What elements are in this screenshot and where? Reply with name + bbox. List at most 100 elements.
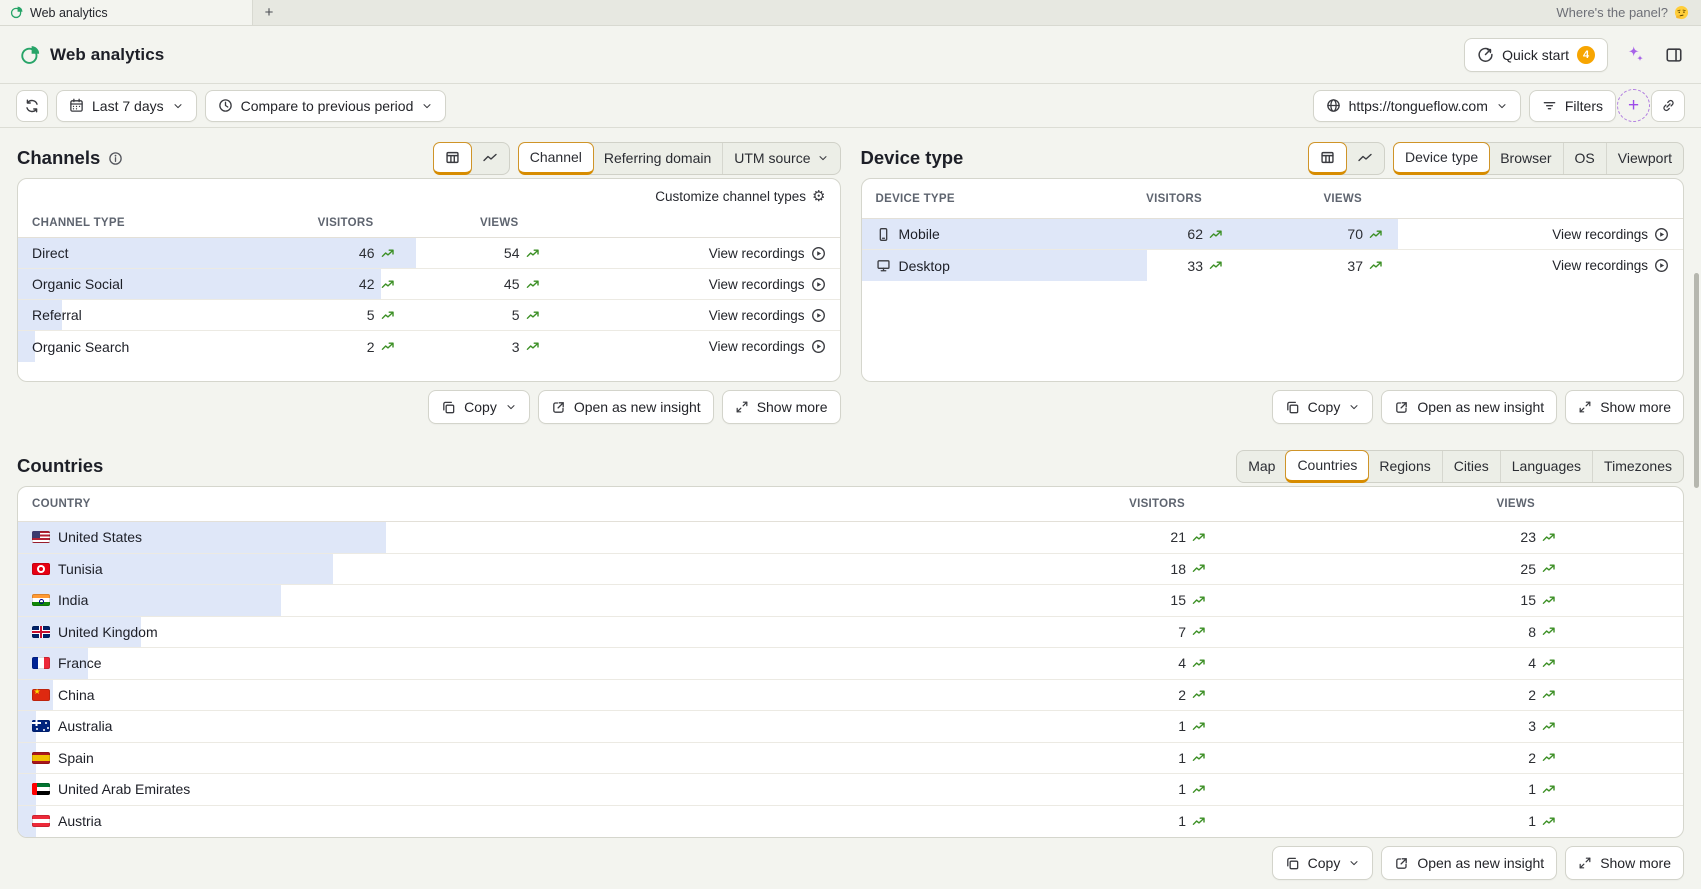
open-as-new-insight-button[interactable]: Open as new insight: [537, 390, 714, 424]
chevron-down-icon: [1350, 405, 1358, 410]
play-circle-icon: [1655, 227, 1668, 241]
gear-icon: ⚙: [812, 188, 826, 205]
channel-label: Direct: [32, 245, 69, 261]
visitors-value: 2: [1178, 686, 1186, 703]
compare-button[interactable]: Compare to previous period: [204, 89, 447, 122]
countries-title: Countries: [17, 455, 104, 476]
table-row[interactable]: France 4 4: [18, 648, 1683, 680]
chevron-down-icon: [1496, 100, 1508, 112]
tab-device-type[interactable]: Device type: [1393, 141, 1491, 175]
table-row[interactable]: Desktop 33 37 View recordings: [861, 250, 1684, 281]
ai-sparkle-icon[interactable]: [1624, 43, 1647, 66]
info-icon[interactable]: [108, 151, 123, 166]
table-row[interactable]: Direct 46 54 View recordings: [18, 238, 840, 269]
customize-channel-types[interactable]: Customize channel types ⚙: [18, 179, 840, 208]
vertical-scrollbar-thumb[interactable]: [1694, 273, 1699, 488]
col-visitors: VISITORS: [1129, 498, 1185, 510]
table-row[interactable]: Australia 1 3: [18, 711, 1683, 743]
view-recordings-link[interactable]: View recordings: [541, 277, 826, 292]
view-recordings-link[interactable]: View recordings: [1384, 227, 1669, 242]
channels-title: Channels: [17, 147, 101, 168]
refresh-button[interactable]: [16, 89, 48, 122]
open-as-new-insight-button[interactable]: Open as new insight: [1381, 390, 1558, 424]
calendar-icon: [69, 98, 84, 113]
table-row[interactable]: Spain 1 2: [18, 742, 1683, 774]
show-more-button[interactable]: Show more: [1565, 846, 1684, 880]
date-range-button[interactable]: Last 7 days: [56, 89, 197, 122]
show-more-button[interactable]: Show more: [721, 390, 841, 424]
visitors-value: 4: [1178, 655, 1186, 672]
table-row[interactable]: United States 21 23: [18, 522, 1683, 554]
tab-timezones[interactable]: Timezones: [1592, 450, 1683, 482]
trend-up-icon: [1542, 533, 1555, 541]
tab-countries[interactable]: Countries: [1285, 449, 1370, 483]
trend-up-icon: [1542, 817, 1555, 825]
tab-browser[interactable]: Browser: [1489, 143, 1562, 174]
copy-button[interactable]: Copy: [1271, 390, 1374, 424]
tab-channel[interactable]: Channel: [517, 141, 594, 175]
show-more-label: Show more: [1600, 399, 1671, 415]
tab-web-analytics[interactable]: Web analytics: [0, 0, 253, 25]
table-row[interactable]: India 15 15: [18, 585, 1683, 617]
app-header: Web analytics Quick start 4: [0, 26, 1701, 83]
country-flag: [32, 751, 50, 764]
copy-label: Copy: [1307, 855, 1341, 871]
table-row[interactable]: Tunisia 18 25: [18, 553, 1683, 585]
view-recordings-link[interactable]: View recordings: [1384, 258, 1669, 273]
copy-button[interactable]: Copy: [428, 390, 530, 424]
share-link-button[interactable]: [1651, 89, 1685, 122]
visitors-value: 1: [1178, 749, 1186, 766]
filters-button[interactable]: Filters: [1528, 89, 1616, 122]
table-row[interactable]: Referral 5 5 View recordings: [18, 300, 840, 331]
view-recordings-label: View recordings: [708, 339, 805, 354]
play-circle-icon: [1655, 259, 1668, 272]
tab-os[interactable]: OS: [1562, 142, 1606, 174]
tab-languages[interactable]: Languages: [1499, 450, 1592, 482]
copy-button[interactable]: Copy: [1271, 846, 1374, 880]
quick-start-button[interactable]: Quick start 4: [1464, 37, 1608, 72]
trend-up-icon: [526, 342, 539, 351]
countries-table-header: COUNTRY VISITORS VIEWS: [18, 487, 1683, 522]
table-view-button[interactable]: [1308, 141, 1348, 175]
show-more-button[interactable]: Show more: [1565, 390, 1684, 424]
table-row[interactable]: United Arab Emirates 1 1: [18, 774, 1683, 806]
open-as-new-insight-button[interactable]: Open as new insight: [1381, 846, 1558, 880]
device-tabs: Device type Browser OS Viewport: [1393, 141, 1684, 175]
table-row[interactable]: China 2 2: [18, 679, 1683, 711]
chevron-down-icon: [507, 405, 515, 410]
table-row[interactable]: Organic Social 42 45 View recordings: [18, 269, 840, 300]
trend-up-icon: [1209, 261, 1222, 270]
trend-view-button[interactable]: [1346, 143, 1384, 174]
tab-utm-source[interactable]: UTM source: [722, 142, 839, 174]
new-tab-button[interactable]: +: [253, 0, 285, 25]
table-view-button[interactable]: [432, 141, 472, 175]
tab-regions[interactable]: Regions: [1368, 451, 1441, 482]
col-visitors: VISITORS: [317, 216, 374, 229]
tab-viewport[interactable]: Viewport: [1605, 142, 1683, 174]
trend-up-icon: [526, 249, 539, 257]
copy-label: Copy: [464, 399, 497, 415]
tab-cities[interactable]: Cities: [1441, 450, 1500, 482]
views-value: 1: [1528, 781, 1536, 798]
add-filter-button[interactable]: +: [1617, 89, 1650, 122]
table-row[interactable]: Organic Search 2 3 View recordings: [18, 331, 840, 362]
tab-map[interactable]: Map: [1237, 451, 1286, 482]
country-flag: [32, 562, 50, 575]
side-panel-icon[interactable]: [1663, 44, 1685, 66]
domain-filter-button[interactable]: https://tongueflow.com: [1312, 89, 1521, 122]
trend-view-button[interactable]: [471, 143, 509, 174]
country-flag: [32, 815, 50, 828]
copy-icon: [1286, 401, 1298, 413]
table-row[interactable]: Austria 1 1: [18, 805, 1683, 837]
col-country: COUNTRY: [32, 498, 91, 510]
device-view-toggle: [1308, 141, 1386, 175]
view-recordings-link[interactable]: View recordings: [541, 246, 826, 261]
view-recordings-link[interactable]: View recordings: [541, 308, 826, 323]
table-row[interactable]: Mobile 62 70 View recordings: [861, 219, 1683, 250]
trend-up-icon: [381, 280, 394, 288]
countries-card: COUNTRY VISITORS VIEWS United States 21 …: [17, 486, 1684, 838]
tab-referring-domain[interactable]: Referring domain: [593, 143, 722, 174]
view-recordings-link[interactable]: View recordings: [541, 339, 826, 354]
table-row[interactable]: United Kingdom 7 8: [18, 616, 1683, 648]
views-value: 70: [1347, 226, 1363, 242]
